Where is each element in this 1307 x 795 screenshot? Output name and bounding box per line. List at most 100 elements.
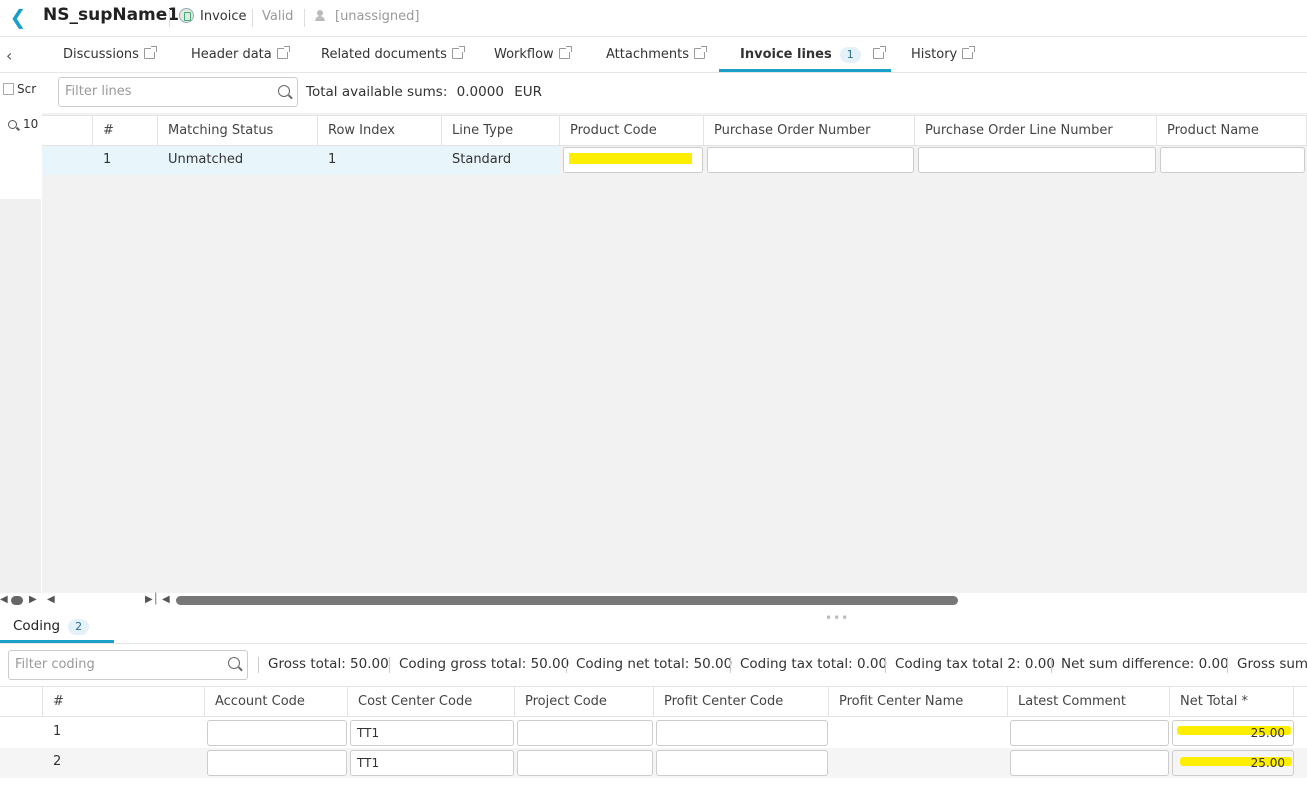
- scroll-right-icon[interactable]: ▶: [29, 594, 37, 605]
- external-link-icon: [693, 46, 707, 59]
- left-panel-item[interactable]: Scr: [3, 82, 41, 96]
- page-title: NS_supName1: [43, 5, 180, 25]
- image-file-icon: [3, 83, 14, 95]
- column-header-cost-center-code[interactable]: Cost Center Code: [348, 686, 515, 717]
- status-badge: Valid: [262, 9, 294, 24]
- external-link-icon: [451, 46, 465, 59]
- splitter-handle-icon[interactable]: •••: [825, 611, 849, 625]
- scroll-left-icon[interactable]: ◀: [0, 594, 8, 605]
- column-header-line-type[interactable]: Line Type: [442, 115, 560, 146]
- tab-label: Header data: [191, 47, 272, 62]
- scroll-left-icon[interactable]: ◀: [162, 594, 170, 605]
- invoice-doc-icon: [179, 8, 194, 23]
- invoice-lines-grid: [42, 113, 1307, 593]
- collapse-panel-chevron-icon[interactable]: ‹: [0, 38, 42, 73]
- scroll-left-icon[interactable]: ◀: [47, 594, 55, 605]
- tab-label: Workflow: [494, 47, 554, 62]
- latest-comment-input[interactable]: [1010, 750, 1169, 776]
- tab-related-documents[interactable]: Related documents: [321, 38, 465, 73]
- column-header-number[interactable]: #: [43, 686, 205, 717]
- cell-row-index: 1: [328, 152, 337, 167]
- cell-number: 2: [53, 754, 62, 769]
- filter-lines-input[interactable]: Filter lines: [58, 77, 298, 107]
- highlight-mark: [569, 153, 692, 164]
- scroll-thumb[interactable]: [176, 596, 958, 605]
- coding-tax-total: Coding tax total: 0.00: [740, 656, 888, 672]
- cell-line-type: Standard: [452, 152, 512, 167]
- tab-label: History: [911, 47, 958, 62]
- column-header-select[interactable]: [0, 686, 43, 717]
- column-header-profit-center-name[interactable]: Profit Center Name: [829, 686, 1008, 717]
- account-code-input[interactable]: [207, 720, 347, 746]
- tab-coding[interactable]: Coding 2: [13, 618, 90, 635]
- divider: [1227, 657, 1228, 673]
- column-header-po-line-number[interactable]: Purchase Order Line Number: [915, 115, 1157, 146]
- filter-coding-input[interactable]: Filter coding: [8, 650, 248, 680]
- count-badge: 1: [839, 47, 861, 63]
- cost-center-input[interactable]: TT1: [350, 750, 514, 776]
- back-arrow-icon[interactable]: ❮: [8, 4, 28, 30]
- latest-comment-input[interactable]: [1010, 720, 1169, 746]
- net-total-input[interactable]: 25.00: [1172, 720, 1294, 746]
- product-name-input[interactable]: [1160, 147, 1305, 173]
- column-header-number[interactable]: #: [93, 115, 158, 146]
- profit-center-code-input[interactable]: [656, 750, 828, 776]
- tab-label: Invoice lines: [740, 47, 832, 62]
- cell-number: 1: [53, 724, 62, 739]
- tab-history[interactable]: History: [911, 38, 976, 73]
- sums-label: Total available sums:: [306, 84, 448, 100]
- footer-space: [0, 778, 1307, 795]
- doc-type-label: Invoice: [200, 9, 247, 24]
- account-code-input[interactable]: [207, 750, 347, 776]
- divider: [885, 657, 886, 673]
- assignee-label[interactable]: [unassigned]: [335, 9, 420, 24]
- po-number-input[interactable]: [707, 147, 914, 173]
- scroll-thumb-small[interactable]: [11, 596, 23, 605]
- column-header-select[interactable]: [42, 115, 93, 146]
- coding-tax-total-2: Coding tax total 2: 0.00: [895, 656, 1055, 672]
- search-icon[interactable]: [278, 85, 290, 97]
- tab-invoice-lines[interactable]: Invoice lines 1: [740, 38, 886, 73]
- tab-label: Related documents: [321, 47, 447, 62]
- column-header-row-index[interactable]: Row Index: [318, 115, 442, 146]
- scroll-right-icon[interactable]: ▶│: [145, 594, 159, 605]
- column-header-profit-center-code[interactable]: Profit Center Code: [654, 686, 829, 717]
- cell-number: 1: [103, 152, 112, 167]
- search-icon[interactable]: [228, 657, 240, 669]
- po-line-number-input[interactable]: [918, 147, 1156, 173]
- cell-matching-status: Unmatched: [168, 152, 244, 167]
- gross-total: Gross total: 50.00: [268, 656, 389, 672]
- profit-center-code-input[interactable]: [656, 720, 828, 746]
- count-badge: 2: [68, 619, 90, 635]
- filter-coding-placeholder: Filter coding: [15, 657, 95, 672]
- divider: [566, 657, 567, 673]
- column-header-account-code[interactable]: Account Code: [205, 686, 348, 717]
- tab-header-data[interactable]: Header data: [191, 38, 290, 73]
- top-bar: [0, 0, 1307, 37]
- net-total-input[interactable]: 25.00: [1172, 750, 1294, 776]
- total-available-sums: Total available sums: 0.0000 EUR: [306, 84, 542, 100]
- column-header-net-total[interactable]: Net Total *: [1170, 686, 1294, 717]
- project-code-input[interactable]: [517, 750, 653, 776]
- cost-center-value: TT1: [357, 726, 380, 740]
- sums-value: 0.0000: [456, 84, 504, 100]
- net-total-value: 25.00: [1250, 726, 1285, 740]
- column-header-project-code[interactable]: Project Code: [515, 686, 654, 717]
- tab-workflow[interactable]: Workflow: [494, 38, 572, 73]
- column-header-po-number[interactable]: Purchase Order Number: [704, 115, 915, 146]
- external-link-icon: [143, 46, 157, 59]
- column-header-more: [1294, 686, 1307, 717]
- tab-attachments[interactable]: Attachments: [606, 38, 707, 73]
- column-header-matching-status[interactable]: Matching Status: [158, 115, 318, 146]
- column-header-latest-comment[interactable]: Latest Comment: [1008, 686, 1170, 717]
- cost-center-input[interactable]: TT1: [350, 720, 514, 746]
- column-header-product-name[interactable]: Product Name: [1157, 115, 1307, 146]
- external-link-icon: [872, 46, 886, 59]
- project-code-input[interactable]: [517, 720, 653, 746]
- column-header-product-code[interactable]: Product Code: [560, 115, 704, 146]
- gross-sum: Gross sum: [1237, 656, 1307, 672]
- zoom-control[interactable]: 10: [8, 117, 46, 131]
- zoom-icon: [8, 120, 17, 129]
- tab-discussions[interactable]: Discussions: [63, 38, 157, 73]
- coding-net-total: Coding net total: 50.00: [576, 656, 733, 672]
